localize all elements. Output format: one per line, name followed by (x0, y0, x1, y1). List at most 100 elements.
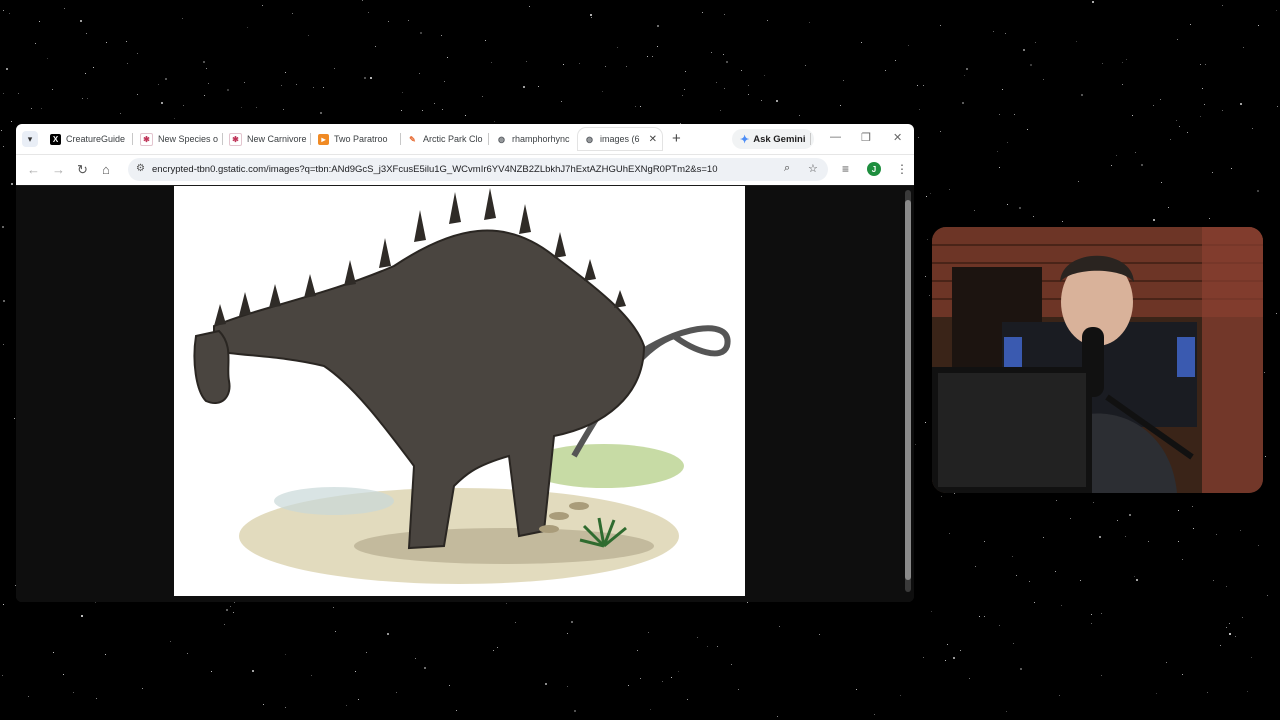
webcam-feed (932, 227, 1263, 493)
back-arrow-icon[interactable]: ← (27, 162, 40, 177)
window-close-icon[interactable]: ✕ (893, 131, 902, 144)
reload-icon[interactable]: ↻ (77, 162, 88, 178)
star (1116, 155, 1117, 156)
home-icon[interactable]: ⌂ (102, 162, 110, 177)
new-tab-icon[interactable]: + (672, 130, 681, 147)
star (366, 652, 367, 653)
gemini-spark-icon: ✦ (740, 133, 750, 146)
star (809, 22, 810, 23)
orange-square-icon: ▸ (318, 133, 329, 145)
site-info-icon[interactable]: ⚙ (136, 163, 145, 174)
star (591, 17, 592, 18)
star (419, 73, 420, 74)
tab-new-species[interactable]: ✱ New Species o (134, 128, 220, 150)
star (333, 607, 334, 608)
star (465, 115, 466, 116)
address-bar[interactable]: ⚙ encrypted-tbn0.gstatic.com/images?q=tb… (128, 158, 828, 181)
tab-rhamphorhynchus[interactable]: ◍ rhamphorhync (490, 128, 576, 150)
star (819, 634, 820, 635)
star (931, 611, 932, 612)
reading-list-icon[interactable]: ≡ (842, 162, 849, 176)
zoom-icon[interactable]: ⌕ (784, 162, 790, 175)
star (605, 66, 606, 67)
star (1056, 500, 1057, 501)
tab-creatureguide[interactable]: X CreatureGuide (44, 128, 130, 150)
star (1276, 313, 1277, 314)
star (1016, 575, 1017, 576)
star (224, 624, 225, 625)
star (447, 57, 448, 58)
star (1091, 623, 1092, 624)
star (256, 107, 257, 108)
star (1101, 675, 1102, 676)
star (1258, 25, 1259, 26)
star (1092, 1, 1094, 3)
star (969, 678, 970, 679)
star (1101, 613, 1102, 614)
star (1125, 536, 1126, 537)
star (1078, 181, 1079, 182)
star (954, 493, 955, 494)
star (1220, 645, 1221, 646)
star (73, 692, 74, 693)
dinosaur-image (174, 186, 745, 596)
pencil-icon: ✎ (407, 133, 418, 145)
tab-search-dropdown-icon[interactable]: ▾ (22, 131, 38, 147)
star (292, 13, 293, 14)
tab-title: CreatureGuide (66, 134, 126, 144)
star (731, 664, 732, 665)
star (494, 121, 495, 122)
globe-icon: ◍ (496, 133, 507, 145)
star (1023, 49, 1025, 51)
scrollbar-thumb[interactable] (905, 200, 911, 580)
vertical-scrollbar[interactable] (905, 190, 911, 592)
bookmark-star-icon[interactable]: ☆ (808, 162, 818, 175)
close-tab-icon[interactable]: ✕ (649, 134, 657, 145)
star (444, 81, 445, 82)
star (226, 609, 228, 611)
star (949, 533, 950, 534)
menu-kebab-icon[interactable]: ⋮ (896, 162, 908, 176)
tab-two-paratroopers[interactable]: ▸ Two Paratroo (312, 128, 398, 150)
star (685, 71, 686, 72)
star (1161, 182, 1162, 183)
star (900, 695, 901, 696)
star (137, 94, 138, 95)
star (779, 626, 780, 627)
tab-images-active[interactable]: ◍ images (6 ✕ (578, 128, 662, 150)
star (526, 61, 527, 62)
star (684, 89, 685, 90)
minimize-icon[interactable]: — (830, 131, 841, 143)
tab-title: rhamphorhync (512, 134, 570, 144)
star (96, 698, 97, 699)
star (1153, 105, 1154, 106)
star (999, 114, 1000, 115)
star (1034, 602, 1035, 603)
star (895, 60, 896, 61)
star (1153, 219, 1155, 221)
star (1192, 506, 1193, 507)
star (747, 602, 748, 603)
forward-arrow-icon[interactable]: → (52, 162, 65, 177)
star (1213, 580, 1214, 581)
star (203, 61, 205, 63)
star (1178, 541, 1179, 542)
ask-gemini-button[interactable]: ✦ Ask Gemini (732, 129, 814, 149)
url-text[interactable]: encrypted-tbn0.gstatic.com/images?q=tbn:… (152, 164, 772, 175)
star (923, 85, 924, 86)
tab-new-carnivore[interactable]: ✱ New Carnivore (223, 128, 309, 150)
star (334, 68, 335, 69)
star (161, 102, 163, 104)
star (940, 25, 941, 26)
star (984, 541, 985, 542)
star (717, 646, 718, 647)
restore-icon[interactable]: ❐ (861, 131, 871, 144)
star (227, 89, 229, 91)
tab-arctic-park[interactable]: ✎ Arctic Park Clo (401, 128, 487, 150)
star (263, 704, 264, 705)
profile-avatar[interactable]: J (867, 162, 881, 176)
star (1229, 633, 1231, 635)
star (1006, 711, 1007, 712)
star (31, 108, 32, 109)
star (1264, 372, 1265, 373)
